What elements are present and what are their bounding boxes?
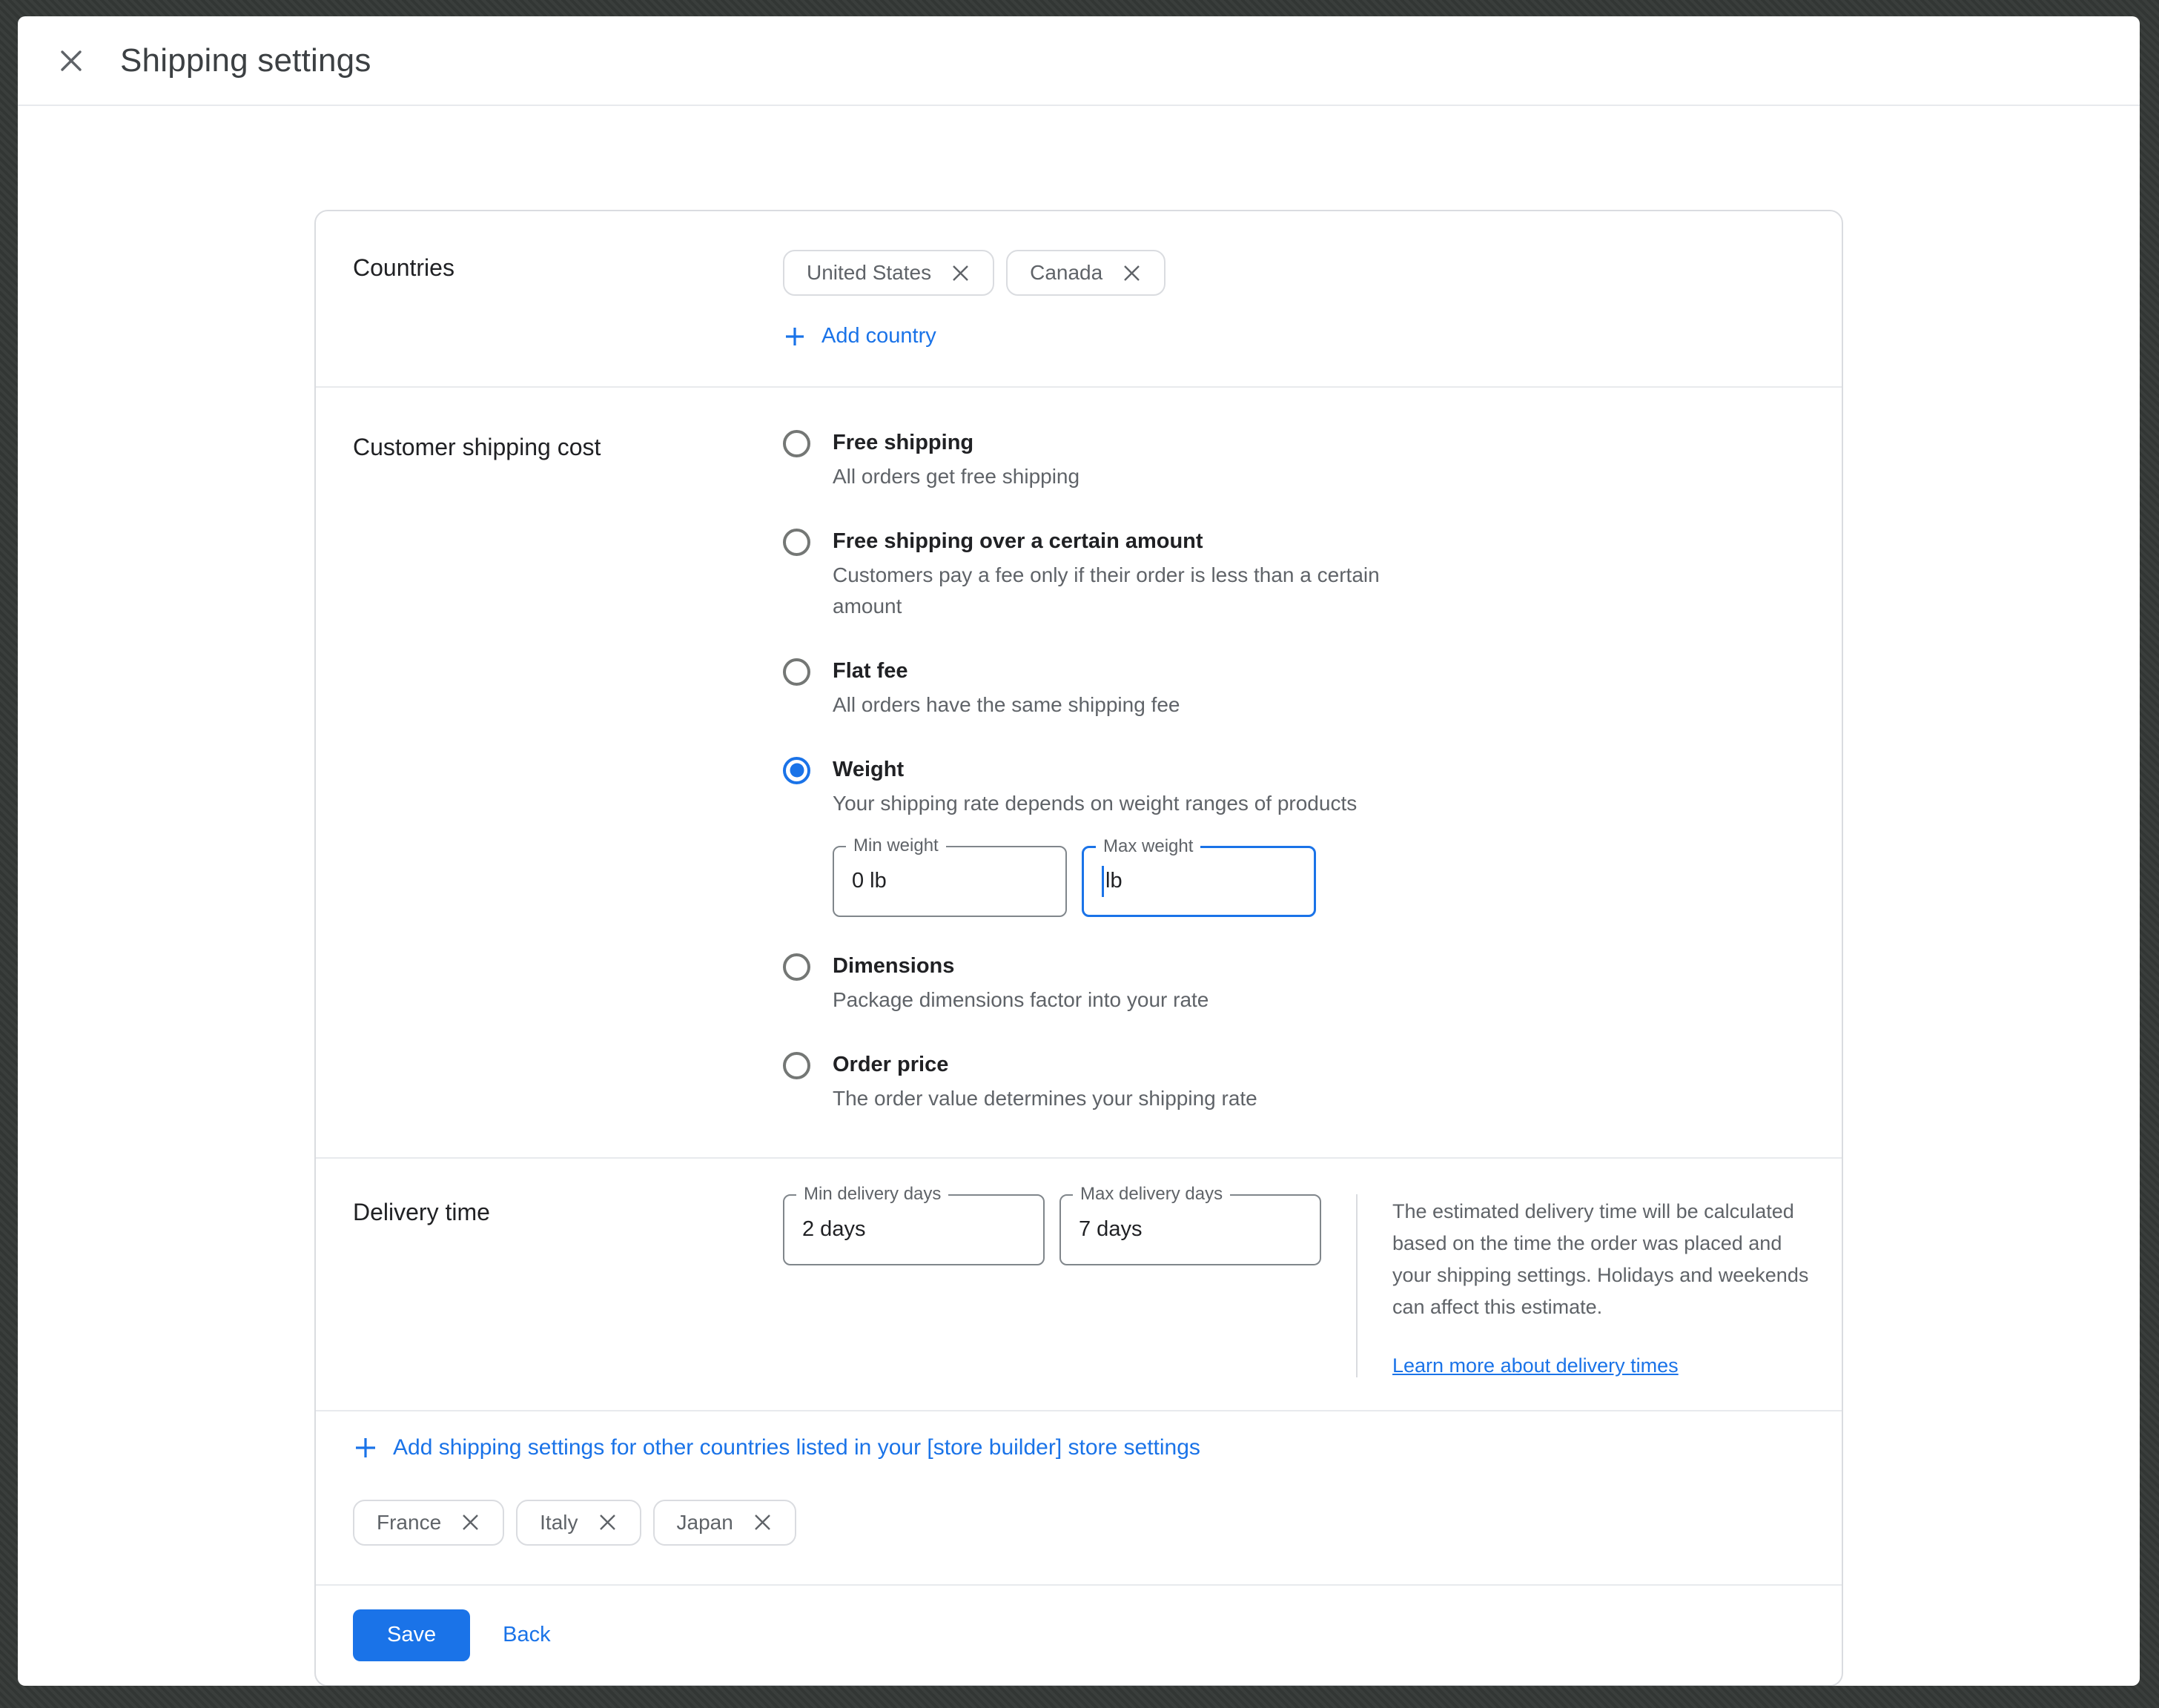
country-chip-japan[interactable]: Japan <box>653 1500 796 1546</box>
delivery-time-section: Delivery time Min delivery days 2 days M… <box>316 1159 1842 1411</box>
radio-option-flat-fee[interactable]: Flat fee All orders have the same shippi… <box>783 658 1805 721</box>
radio-text: Free shipping over a certain amount Cust… <box>833 528 1381 622</box>
radio-description: Your shipping rate depends on weight ran… <box>833 788 1357 819</box>
back-button[interactable]: Back <box>503 1623 550 1647</box>
radio-icon[interactable] <box>783 1052 810 1079</box>
radio-description: All orders have the same shipping fee <box>833 689 1180 721</box>
chip-label: Italy <box>540 1511 578 1535</box>
shipping-cost-section: Customer shipping cost Free shipping All… <box>316 388 1842 1159</box>
delivery-note: The estimated delivery time will be calc… <box>1392 1194 1811 1377</box>
radio-text: Weight Your shipping rate depends on wei… <box>833 756 1357 917</box>
remove-country-icon[interactable] <box>753 1512 773 1532</box>
countries-chips: United States Canada <box>783 250 1805 296</box>
remove-country-icon[interactable] <box>598 1512 618 1532</box>
plus-icon <box>783 325 807 348</box>
radio-title: Free shipping over a certain amount <box>833 528 1381 555</box>
radio-title: Free shipping <box>833 429 1080 457</box>
radio-title: Flat fee <box>833 658 1180 685</box>
countries-label: Countries <box>353 250 783 352</box>
radio-text: Order price The order value determines y… <box>833 1051 1257 1114</box>
add-country-button[interactable]: Add country <box>783 324 936 348</box>
other-countries-section: Add shipping settings for other countrie… <box>316 1411 1842 1586</box>
min-weight-field[interactable]: Min weight 0 lb <box>833 846 1067 917</box>
radio-title: Order price <box>833 1051 1257 1079</box>
add-other-countries-button[interactable]: Add shipping settings for other countrie… <box>353 1435 1200 1460</box>
shipping-cost-label: Customer shipping cost <box>353 429 783 1114</box>
radio-description: The order value determines your shipping… <box>833 1083 1257 1114</box>
countries-section: Countries United States Canada <box>316 211 1842 388</box>
max-delivery-days-value: 7 days <box>1079 1217 1142 1242</box>
delivery-note-text: The estimated delivery time will be calc… <box>1392 1196 1811 1323</box>
plus-icon <box>353 1435 378 1460</box>
radio-icon[interactable] <box>783 529 810 556</box>
shipping-settings-dialog: Shipping settings Countries United State… <box>18 16 2140 1686</box>
remove-country-icon[interactable] <box>1122 263 1142 283</box>
radio-icon-selected[interactable] <box>783 757 810 784</box>
save-button[interactable]: Save <box>353 1609 470 1661</box>
radio-text: Dimensions Package dimensions factor int… <box>833 953 1209 1016</box>
delivery-fields: Min delivery days 2 days Max delivery da… <box>783 1194 1321 1377</box>
radio-option-free-shipping-over-amount[interactable]: Free shipping over a certain amount Cust… <box>783 528 1805 622</box>
chip-label: Japan <box>677 1511 733 1535</box>
weight-fields: Min weight 0 lb Max weight lb <box>833 846 1357 917</box>
close-icon[interactable] <box>55 44 87 77</box>
country-chip-france[interactable]: France <box>353 1500 504 1546</box>
dialog-header: Shipping settings <box>18 16 2140 106</box>
add-other-countries-label: Add shipping settings for other countrie… <box>393 1435 1200 1460</box>
radio-option-order-price[interactable]: Order price The order value determines y… <box>783 1051 1805 1114</box>
delivery-time-label: Delivery time <box>353 1194 783 1377</box>
remove-country-icon[interactable] <box>950 263 971 283</box>
radio-icon[interactable] <box>783 430 810 457</box>
max-weight-field[interactable]: Max weight lb <box>1082 846 1316 917</box>
min-delivery-days-label: Min delivery days <box>796 1184 948 1205</box>
chip-label: United States <box>807 261 931 285</box>
min-weight-value: 0 lb <box>852 869 887 893</box>
radio-title: Weight <box>833 756 1357 784</box>
vertical-divider <box>1356 1194 1358 1377</box>
radio-icon[interactable] <box>783 953 810 981</box>
other-countries-chips: France Italy Japan <box>353 1500 1805 1546</box>
page-title: Shipping settings <box>120 42 371 79</box>
learn-more-link[interactable]: Learn more about delivery times <box>1392 1354 1679 1377</box>
radio-text: Free shipping All orders get free shippi… <box>833 429 1080 492</box>
remove-country-icon[interactable] <box>460 1512 480 1532</box>
radio-description: Package dimensions factor into your rate <box>833 984 1209 1016</box>
country-chip-canada[interactable]: Canada <box>1006 250 1166 296</box>
countries-content: United States Canada <box>783 250 1805 352</box>
max-weight-value: lb <box>1102 866 1123 897</box>
add-country-label: Add country <box>821 324 936 348</box>
radio-title: Dimensions <box>833 953 1209 980</box>
country-chip-italy[interactable]: Italy <box>516 1500 641 1546</box>
radio-text: Flat fee All orders have the same shippi… <box>833 658 1180 721</box>
footer: Save Back <box>316 1586 1842 1685</box>
radio-option-dimensions[interactable]: Dimensions Package dimensions factor int… <box>783 953 1805 1016</box>
country-chip-united-states[interactable]: United States <box>783 250 994 296</box>
radio-option-weight[interactable]: Weight Your shipping rate depends on wei… <box>783 756 1805 917</box>
max-weight-label: Max weight <box>1096 836 1200 857</box>
radio-icon[interactable] <box>783 658 810 686</box>
min-weight-label: Min weight <box>846 835 946 856</box>
shipping-cost-options: Free shipping All orders get free shippi… <box>783 429 1805 1114</box>
text-cursor <box>1102 866 1104 897</box>
max-delivery-days-field[interactable]: Max delivery days 7 days <box>1059 1194 1321 1265</box>
max-delivery-days-label: Max delivery days <box>1073 1184 1230 1205</box>
delivery-content: Min delivery days 2 days Max delivery da… <box>783 1194 1811 1377</box>
min-delivery-days-field[interactable]: Min delivery days 2 days <box>783 1194 1045 1265</box>
chip-label: Canada <box>1030 261 1102 285</box>
radio-option-free-shipping[interactable]: Free shipping All orders get free shippi… <box>783 429 1805 492</box>
settings-card: Countries United States Canada <box>314 210 1843 1686</box>
min-delivery-days-value: 2 days <box>802 1217 865 1242</box>
radio-description: All orders get free shipping <box>833 461 1080 492</box>
radio-description: Customers pay a fee only if their order … <box>833 560 1381 622</box>
chip-label: France <box>377 1511 441 1535</box>
